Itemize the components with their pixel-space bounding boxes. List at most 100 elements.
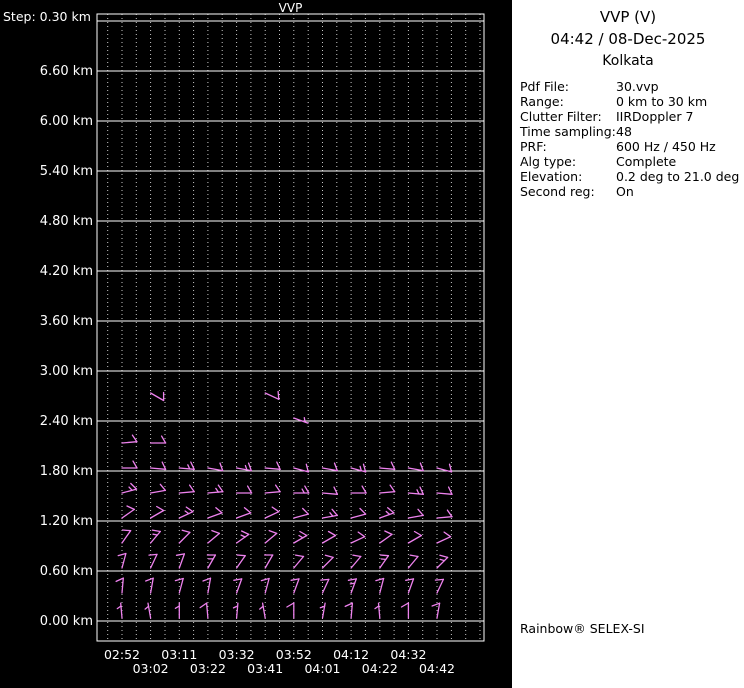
wind-barb <box>264 461 281 470</box>
y-tick-label: 6.60 km <box>40 64 93 79</box>
wind-barb <box>178 529 191 544</box>
wind-barb <box>350 485 367 494</box>
info-row: PRF: 600 Hz / 450 Hz <box>520 139 742 154</box>
product-title: VVP (V) <box>599 8 657 26</box>
wind-barb <box>321 530 337 544</box>
wind-barb <box>178 484 195 494</box>
wind-barb <box>405 578 415 594</box>
wind-barbs <box>115 390 453 619</box>
wind-barb <box>374 602 381 619</box>
wind-barb <box>235 530 250 544</box>
info-field-value: 48 <box>616 124 632 139</box>
wind-barb <box>174 577 184 594</box>
info-row: Elevation: 0.2 deg to 21.0 deg <box>520 169 742 184</box>
wind-barb <box>115 577 124 594</box>
wind-barb <box>321 462 338 472</box>
wind-barb <box>436 554 449 569</box>
wind-barb <box>264 529 278 544</box>
wind-barb <box>436 509 453 519</box>
wind-barb <box>235 507 252 519</box>
wind-barb <box>293 554 305 569</box>
wind-barb <box>293 530 308 544</box>
chart-area: 0.00 km 0.60 km 1.20 km 1.80 km 2.40 km 3.00 … <box>0 0 512 688</box>
wind-barb <box>233 578 243 594</box>
vvp-display: 0.00 km 0.60 km 1.20 km 1.80 km 2.40 km 3.00 … <box>0 0 744 688</box>
wind-barb <box>293 417 309 424</box>
info-row: Pdf File: 30.vvp <box>520 79 742 94</box>
wind-barb <box>293 485 310 494</box>
wind-barb <box>436 486 453 495</box>
wind-barb <box>407 486 424 495</box>
x-tick-label: 04:32 <box>390 647 426 662</box>
info-row: Second reg: On <box>520 184 742 199</box>
wind-barb <box>379 530 393 544</box>
wind-barb <box>121 529 132 544</box>
wind-barb <box>232 602 239 619</box>
wind-barb <box>350 507 367 519</box>
info-row: Clutter Filter: IIRDoppler 7 <box>520 109 742 124</box>
y-tick-label: 0.60 km <box>40 564 93 579</box>
wind-barb <box>264 554 274 569</box>
wind-barb <box>116 602 123 619</box>
wind-barb <box>121 460 138 469</box>
wind-barb <box>400 602 410 619</box>
y-tick-label: 6.00 km <box>40 114 93 129</box>
wind-barb <box>264 390 280 400</box>
wind-barb <box>286 602 295 619</box>
wind-barb <box>379 507 395 519</box>
wind-barb <box>149 391 165 402</box>
info-field-label: Elevation: <box>520 169 583 184</box>
site-name: Kolkata <box>602 53 654 69</box>
wind-barb <box>145 577 154 594</box>
info-field-value: On <box>616 184 634 199</box>
wind-barb <box>264 484 281 494</box>
wind-barb <box>178 461 195 470</box>
x-axis-labels: 02:5203:0203:1103:2203:3203:4103:5204:01… <box>104 647 455 676</box>
wind-barb <box>264 506 280 519</box>
y-tick-label: 4.80 km <box>40 214 93 229</box>
step-label: Step: 0.30 km <box>3 9 91 24</box>
wind-barb <box>436 531 452 544</box>
wind-barb <box>407 462 424 472</box>
wind-barb <box>321 486 339 495</box>
wind-barb <box>149 505 165 519</box>
wind-barb <box>207 462 224 472</box>
wind-barb <box>235 554 246 569</box>
info-field-value: 0 km to 30 km <box>616 94 708 109</box>
wind-barb <box>175 553 186 569</box>
info-row: Time sampling: 48 <box>520 124 742 139</box>
y-tick-label: 5.40 km <box>40 164 93 179</box>
x-tick-label: 03:41 <box>247 661 283 676</box>
x-tick-label: 03:52 <box>276 647 312 662</box>
info-field-label: Alg type: <box>520 154 577 169</box>
wind-barb <box>407 530 423 544</box>
wind-barb <box>235 485 253 494</box>
wind-barb <box>207 529 221 544</box>
plot-border <box>96 13 485 642</box>
wind-barb <box>379 461 396 470</box>
info-field-value: IIRDoppler 7 <box>616 109 694 124</box>
y-tick-label: 0.00 km <box>40 614 93 629</box>
wind-barb <box>407 508 424 519</box>
info-field-label: Second reg: <box>520 184 595 199</box>
wind-barb <box>149 461 167 470</box>
wind-barb <box>149 529 161 544</box>
wind-barb <box>379 554 390 569</box>
wind-barb <box>144 602 152 619</box>
x-tick-label: 04:01 <box>304 661 340 676</box>
wind-barb <box>321 508 338 519</box>
y-tick-label: 1.80 km <box>40 464 93 479</box>
product-parameters: Pdf File: 30.vvp Range: 0 km to 30 km Clutte… <box>512 79 744 199</box>
y-tick-label: 3.00 km <box>40 364 93 379</box>
info-field-value: 30.vvp <box>616 79 659 94</box>
wind-barb <box>121 505 135 519</box>
x-tick-label: 03:11 <box>161 647 197 662</box>
info-field-label: Clutter Filter: <box>520 109 602 124</box>
datetime-label: 04:42 / 08-Dec-2025 <box>550 30 706 48</box>
y-tick-label: 4.20 km <box>40 264 93 279</box>
wind-barb <box>350 554 362 569</box>
x-tick-label: 03:02 <box>133 661 169 676</box>
info-row: Range: 0 km to 30 km <box>520 94 742 109</box>
wind-profile-chart: 0.00 km 0.60 km 1.20 km 1.80 km 2.40 km 3.00 … <box>40 13 485 676</box>
wind-barb <box>207 507 223 519</box>
